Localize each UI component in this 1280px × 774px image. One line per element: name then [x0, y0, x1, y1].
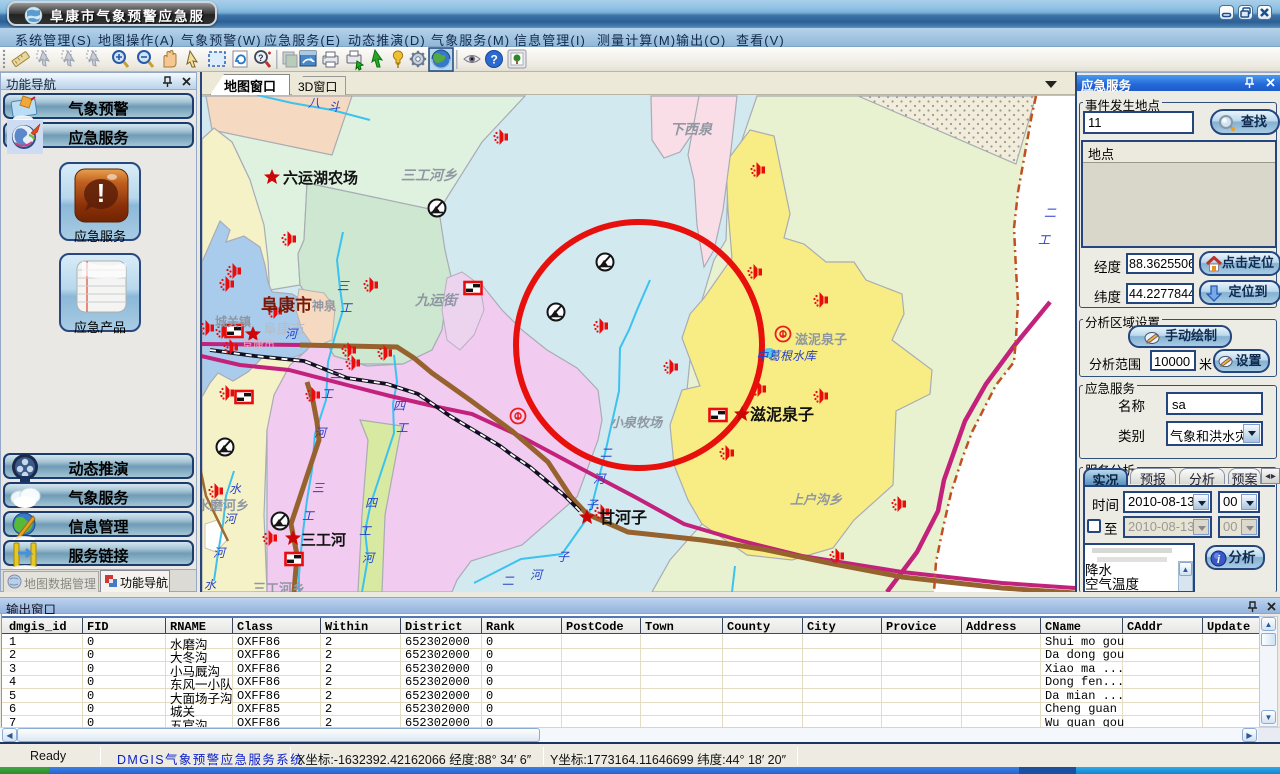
svg-text:滋泥泉子: 滋泥泉子	[795, 332, 847, 347]
svg-text:河: 河	[362, 551, 376, 565]
svg-text:工: 工	[396, 421, 409, 435]
svg-text:河: 河	[530, 568, 544, 582]
svg-text:河: 河	[213, 546, 227, 560]
svg-text:工: 工	[302, 509, 315, 523]
svg-text:神泉: 神泉	[312, 298, 337, 313]
svg-text:水: 水	[229, 482, 242, 496]
svg-text:九运街: 九运街	[414, 292, 460, 308]
svg-text:甘河子: 甘河子	[599, 508, 647, 527]
svg-text:二: 二	[600, 446, 613, 460]
svg-text:工: 工	[359, 524, 372, 538]
svg-text:二: 二	[502, 574, 515, 588]
svg-text:河: 河	[224, 512, 238, 526]
svg-text:小泉牧场: 小泉牧场	[610, 415, 664, 430]
svg-text:河: 河	[593, 472, 607, 486]
svg-text:八: 八	[308, 96, 320, 110]
svg-text:三: 三	[337, 279, 350, 293]
svg-text:二: 二	[1044, 206, 1057, 220]
svg-text:六运湖农场: 六运湖农场	[283, 169, 358, 187]
svg-text:阜康市: 阜康市	[261, 295, 312, 315]
svg-text:三工河: 三工河	[301, 531, 346, 549]
svg-text:水: 水	[204, 578, 217, 592]
svg-text:城关镇: 城关镇	[215, 314, 251, 329]
svg-text:工: 工	[1038, 233, 1051, 247]
svg-text:子: 子	[586, 498, 599, 512]
svg-text:三: 三	[312, 481, 325, 495]
svg-text:水磨河乡: 水磨河乡	[202, 498, 249, 513]
svg-text:滋泥泉子: 滋泥泉子	[750, 405, 814, 424]
svg-text:上户沟乡: 上户沟乡	[790, 492, 843, 507]
svg-text:工: 工	[340, 301, 353, 315]
svg-text:四: 四	[393, 399, 407, 413]
svg-text:三工河乡: 三工河乡	[401, 167, 458, 183]
svg-text:下西泉: 下西泉	[670, 121, 713, 137]
svg-text:斗: 斗	[328, 100, 341, 114]
svg-text:河: 河	[285, 327, 299, 341]
svg-text:河: 河	[314, 426, 328, 440]
svg-text:三工河乡: 三工河乡	[253, 581, 305, 592]
svg-text:四: 四	[365, 496, 379, 510]
svg-text:阜康市: 阜康市	[263, 321, 305, 337]
svg-text:中葛根水库: 中葛根水库	[756, 349, 818, 363]
svg-text:子: 子	[557, 550, 570, 564]
svg-text:?: ?	[491, 53, 498, 67]
svg-text:?: ?	[258, 53, 264, 63]
svg-text:三: 三	[330, 367, 343, 381]
svg-text:!: !	[97, 178, 106, 208]
svg-text:阜康市: 阜康市	[242, 337, 275, 351]
svg-text:工: 工	[321, 387, 334, 401]
